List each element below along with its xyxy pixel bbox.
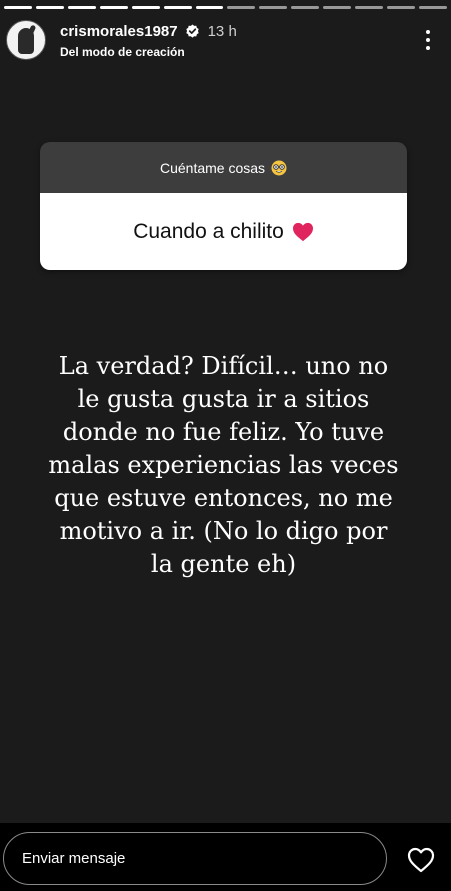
progress-segment: [355, 6, 384, 9]
red-heart-icon: [292, 222, 313, 241]
send-message-input[interactable]: [3, 832, 387, 885]
progress-segment: [4, 6, 32, 9]
question-prompt-text: Cuéntame cosas: [159, 159, 266, 176]
avatar[interactable]: [6, 20, 46, 60]
verified-badge-icon: [185, 23, 199, 38]
progress-segment: [323, 6, 352, 9]
question-answer: Cuando a chilito: [40, 193, 407, 270]
more-options-icon[interactable]: [421, 28, 435, 52]
progress-segment: [163, 6, 192, 9]
progress-segment: [35, 6, 64, 9]
question-answer-text: Cuando a chilito: [133, 219, 284, 243]
progress-segment: [99, 6, 128, 9]
progress-segment: [418, 6, 447, 9]
story-view[interactable]: crismorales1987 13 h Del modo de creació…: [0, 0, 451, 823]
story-subtitle[interactable]: Del modo de creación: [60, 45, 237, 59]
story-header: crismorales1987 13 h Del modo de creació…: [6, 20, 445, 66]
progress-segment: [67, 6, 96, 9]
username[interactable]: crismorales1987: [60, 23, 178, 40]
post-time: 13 h: [207, 22, 237, 40]
heart-like-icon[interactable]: [407, 847, 435, 873]
progress-segment: [227, 6, 256, 9]
story-text: La verdad? Difícil… uno no le gusta gust…: [48, 352, 399, 578]
progress-segment: [259, 6, 288, 9]
question-prompt: Cuéntame cosas: [40, 142, 407, 193]
story-footer: [0, 823, 451, 891]
progress-segment: [291, 6, 320, 9]
progress-segment: [131, 6, 160, 9]
story-progress-bar: [4, 6, 447, 9]
story-meta: crismorales1987 13 h Del modo de creació…: [60, 20, 237, 60]
progress-segment: [195, 6, 224, 9]
question-sticker: Cuéntame cosas Cuando a chilito: [40, 142, 407, 270]
nerd-face-icon: [271, 160, 287, 175]
progress-segment: [387, 6, 415, 9]
